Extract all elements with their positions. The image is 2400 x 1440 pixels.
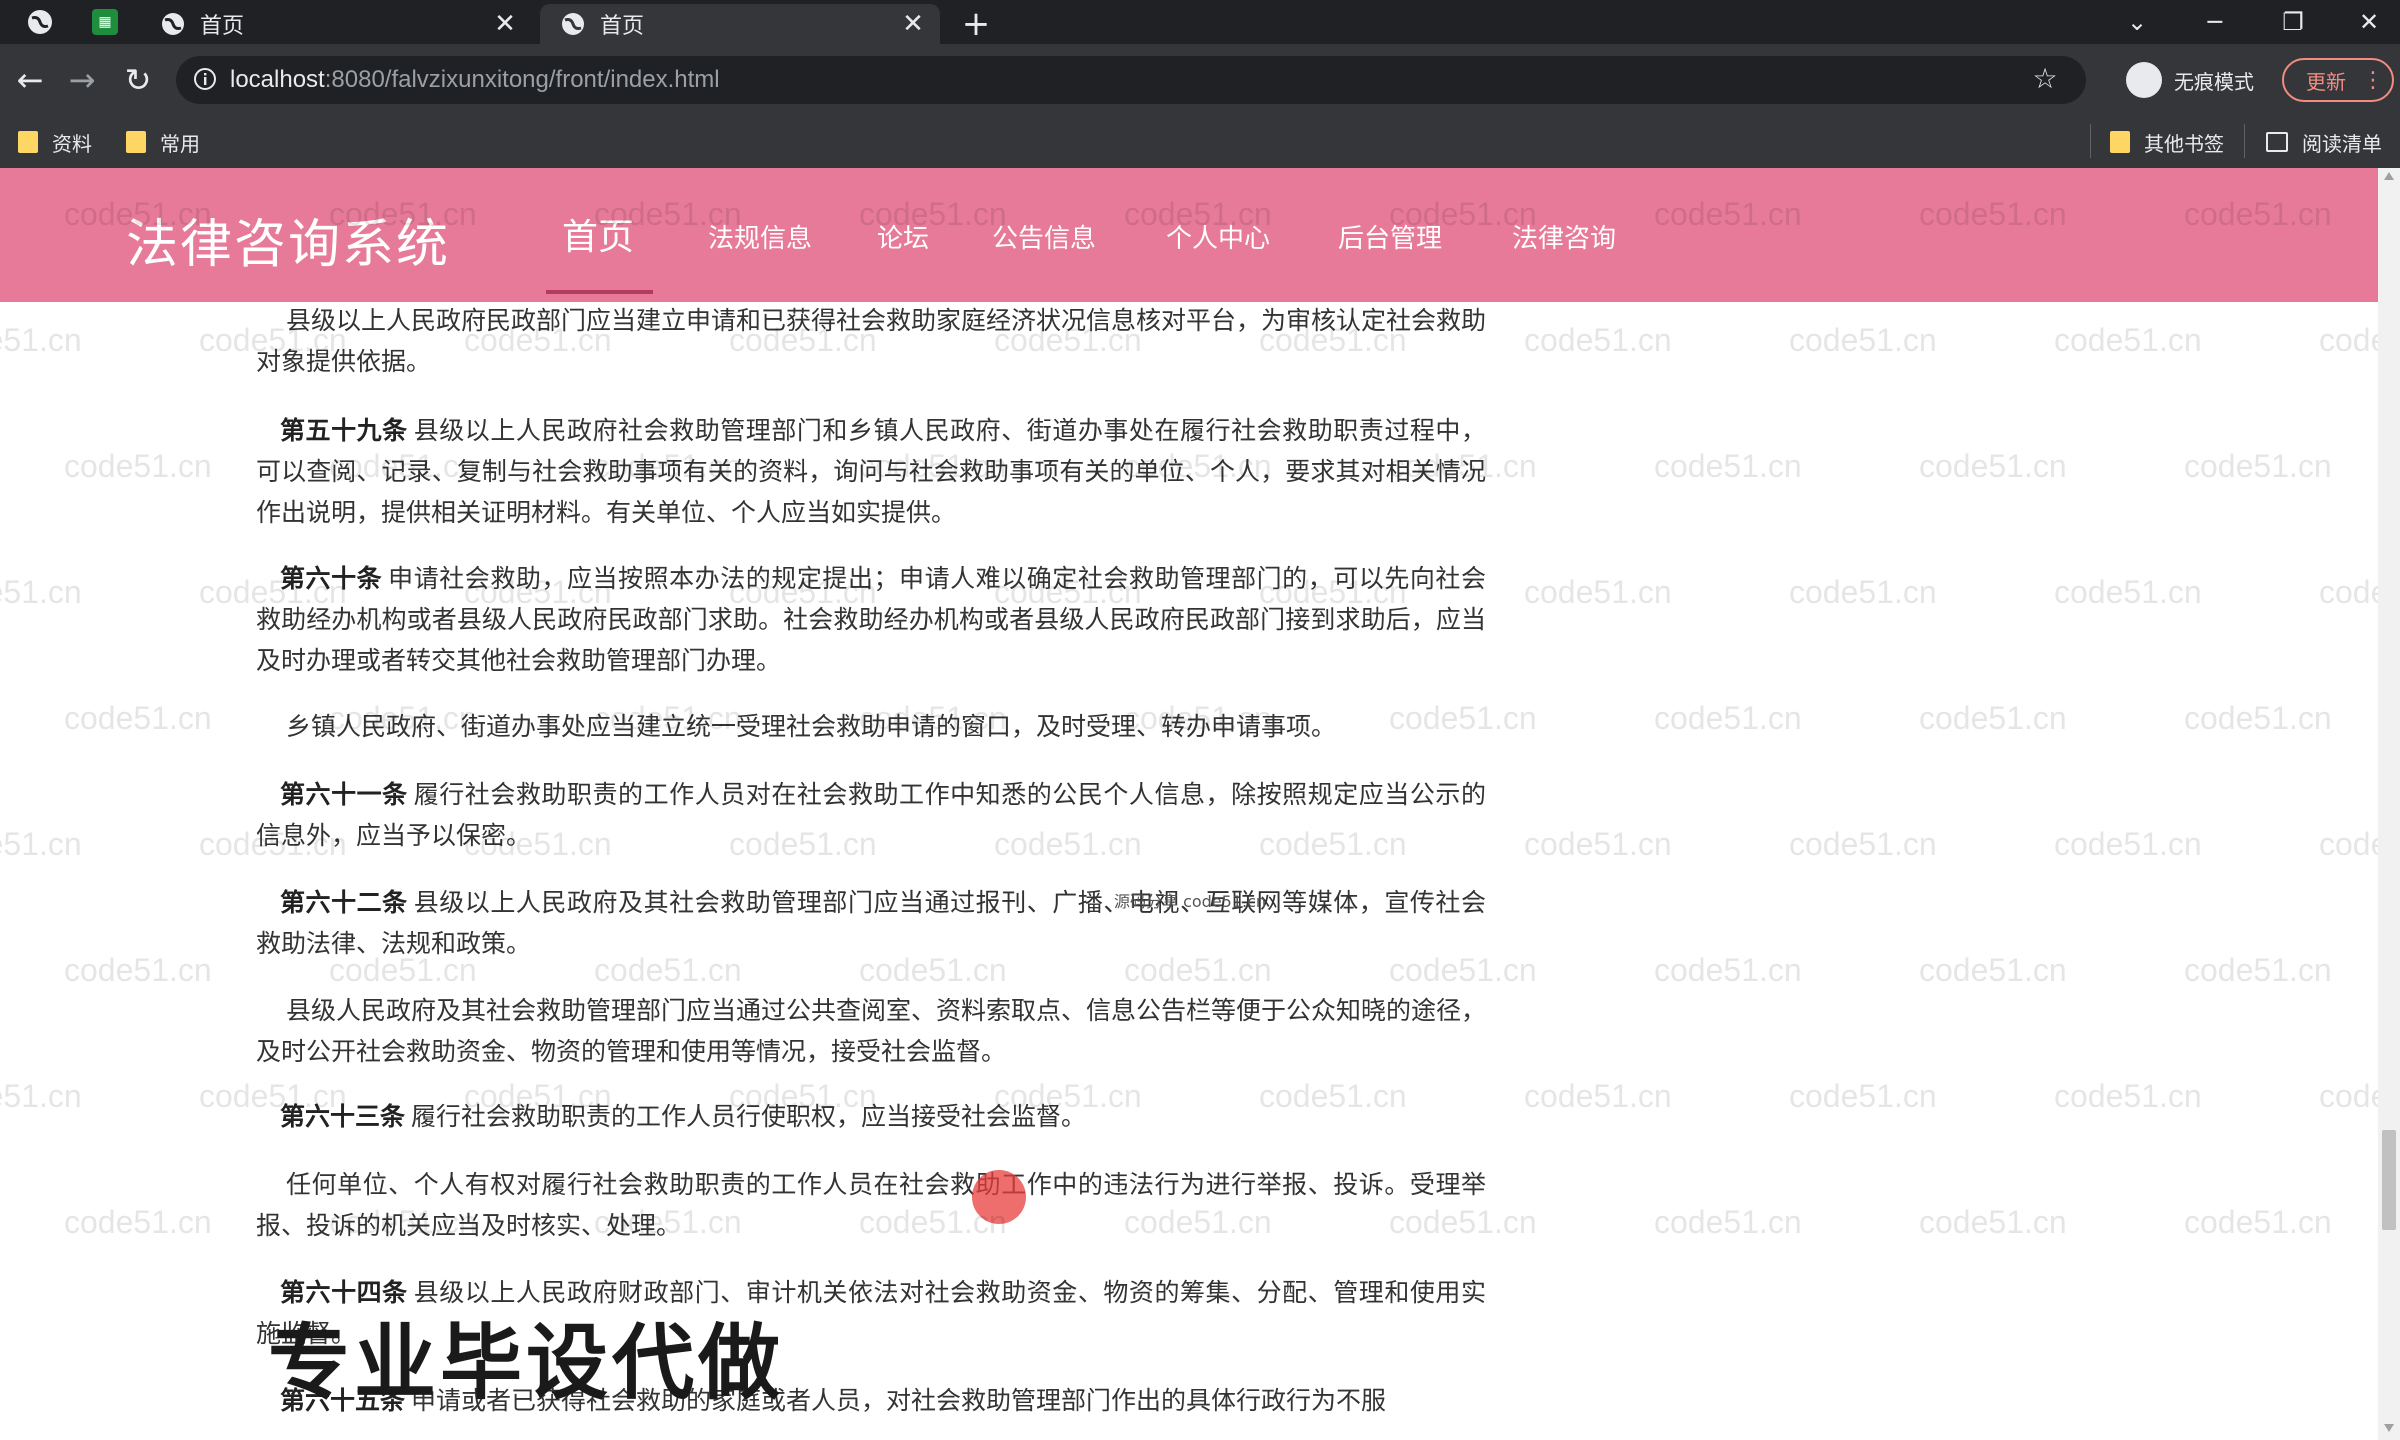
update-label: 更新 bbox=[2306, 69, 2346, 94]
forward-arrow-icon[interactable]: → bbox=[62, 60, 102, 100]
scrollbar-thumb[interactable] bbox=[2382, 1130, 2396, 1230]
reading-list[interactable]: 阅读清单 bbox=[2266, 128, 2382, 156]
globe-icon bbox=[562, 13, 584, 35]
article-text: 申请社会救助，应当按照本办法的规定提出；申请人难以确定社会救助管理部门的，可以先… bbox=[256, 564, 1486, 675]
tab-search-chevron-icon[interactable]: ⌄ bbox=[2112, 2, 2162, 42]
minimize-icon[interactable]: ─ bbox=[2190, 2, 2240, 42]
promo-overlay-text: 专业毕设代做 bbox=[268, 1316, 785, 1411]
tab-title: 首页 bbox=[600, 14, 645, 39]
folder-icon bbox=[18, 131, 38, 153]
url-host: localhost bbox=[230, 66, 325, 93]
article-text: 县级以上人民政府及其社会救助管理部门应当通过报刊、广播、电视、互联网等媒体，宣传… bbox=[256, 888, 1486, 958]
globe-icon bbox=[162, 13, 184, 35]
back-arrow-icon[interactable]: ← bbox=[10, 60, 50, 100]
site-title[interactable]: 法律咨询系统 bbox=[126, 202, 450, 277]
update-button[interactable]: 更新 ⋮ bbox=[2282, 58, 2394, 102]
article-paragraph: 第六十条 申请社会救助，应当按照本办法的规定提出；申请人难以确定社会救助管理部门的… bbox=[256, 558, 1486, 681]
browser-tab-strip: ▦ 首页 ✕ 首页 ✕ + ⌄ ─ ❐ ✕ bbox=[0, 0, 2400, 44]
url-path: :8080/falvzixunxitong/front/index.html bbox=[324, 66, 720, 93]
other-bookmarks[interactable]: 其他书签 bbox=[2110, 128, 2224, 156]
folder-icon bbox=[2110, 131, 2130, 153]
nav-regulations[interactable]: 法规信息 bbox=[708, 218, 812, 255]
article-paragraph: 第六十一条 履行社会救助职责的工作人员对在社会救助工作中知悉的公民个人信息，除按照… bbox=[256, 774, 1486, 856]
tab-title: 首页 bbox=[200, 14, 245, 39]
floating-tooltip: 源码分享 code51.cn bbox=[1114, 892, 1267, 911]
article-text: 任何单位、个人有权对履行社会救助职责的工作人员在社会救助工作中的违法行为进行举报… bbox=[256, 1170, 1486, 1240]
browser-tab-1[interactable]: 首页 ✕ bbox=[140, 4, 532, 44]
bookmark-folder-ziliao[interactable]: 资料 bbox=[18, 128, 92, 156]
site-info-icon[interactable] bbox=[192, 66, 218, 92]
page-scrollbar[interactable] bbox=[2378, 168, 2400, 1440]
article-paragraph: 县级以上人民政府民政部门应当建立申请和已获得社会救助家庭经济状况信息核对平台，为… bbox=[256, 300, 1486, 382]
article-paragraph: 县级人民政府及其社会救助管理部门应当通过公共查阅室、资料索取点、信息公告栏等便于… bbox=[256, 990, 1486, 1072]
article-paragraph: 第六十二条 县级以上人民政府及其社会救助管理部门应当通过报刊、广播、电视、互联网等… bbox=[256, 882, 1486, 964]
article-paragraph: 第六十三条 履行社会救助职责的工作人员行使职权，应当接受社会监督。 bbox=[256, 1096, 1486, 1137]
article-number: 第六十条 bbox=[280, 564, 383, 593]
page-viewport: 法律咨询系统 首页 法规信息 论坛 公告信息 个人中心 后台管理 法律咨询 县级… bbox=[0, 168, 2378, 1440]
bookmark-divider bbox=[2090, 124, 2091, 158]
folder-icon bbox=[126, 131, 146, 153]
bookmark-bar: 资料 常用 其他书签 阅读清单 bbox=[0, 116, 2400, 169]
article-number: 第六十三条 bbox=[280, 1102, 406, 1131]
nav-forum[interactable]: 论坛 bbox=[877, 218, 929, 255]
nav-active-underline bbox=[546, 290, 653, 294]
close-tab-icon[interactable]: ✕ bbox=[490, 9, 520, 39]
reading-list-label: 阅读清单 bbox=[2302, 131, 2382, 156]
article-paragraph: 乡镇人民政府、街道办事处应当建立统一受理社会救助申请的窗口，及时受理、转办申请事… bbox=[256, 706, 1486, 747]
nav-home[interactable]: 首页 bbox=[562, 208, 634, 260]
nav-personal-center[interactable]: 个人中心 bbox=[1166, 218, 1270, 255]
incognito-label: 无痕模式 bbox=[2174, 69, 2254, 94]
bookmark-label: 常用 bbox=[160, 131, 200, 156]
close-window-icon[interactable]: ✕ bbox=[2344, 2, 2394, 42]
article-text: 县级人民政府及其社会救助管理部门应当通过公共查阅室、资料索取点、信息公告栏等便于… bbox=[256, 996, 1487, 1066]
article-paragraph: 任何单位、个人有权对履行社会救助职责的工作人员在社会救助工作中的违法行为进行举报… bbox=[256, 1164, 1486, 1246]
scroll-down-arrow-icon[interactable] bbox=[2384, 1424, 2394, 1432]
url-text[interactable]: localhost:8080/falvzixunxitong/front/ind… bbox=[230, 66, 720, 94]
article-text: 县级以上人民政府社会救助管理部门和乡镇人民政府、街道办事处在履行社会救助职责过程… bbox=[256, 416, 1486, 527]
article-number: 第五十九条 bbox=[280, 416, 408, 445]
incognito-indicator[interactable]: 无痕模式 bbox=[2126, 60, 2254, 100]
url-bar[interactable]: localhost:8080/falvzixunxitong/front/ind… bbox=[176, 56, 2086, 104]
nav-legal-consult[interactable]: 法律咨询 bbox=[1512, 218, 1616, 255]
address-toolbar: ← → ↻ localhost:8080/falvzixunxitong/fro… bbox=[0, 44, 2400, 116]
article-number: 第六十二条 bbox=[280, 888, 408, 917]
sheets-tab-icon[interactable]: ▦ bbox=[92, 9, 118, 35]
reload-icon[interactable]: ↻ bbox=[118, 60, 158, 100]
bookmark-folder-changyong[interactable]: 常用 bbox=[126, 128, 200, 156]
article-paragraph: 第五十九条 县级以上人民政府社会救助管理部门和乡镇人民政府、街道办事处在履行社会救… bbox=[256, 410, 1486, 533]
article-text: 乡镇人民政府、街道办事处应当建立统一受理社会救助申请的窗口，及时受理、转办申请事… bbox=[286, 712, 1337, 741]
more-menu-icon: ⋮ bbox=[2362, 67, 2384, 93]
article-text: 县级以上人民政府民政部门应当建立申请和已获得社会救助家庭经济状况信息核对平台，为… bbox=[256, 306, 1487, 376]
nav-admin[interactable]: 后台管理 bbox=[1338, 218, 1442, 255]
bookmark-label: 资料 bbox=[52, 131, 92, 156]
reading-list-icon bbox=[2266, 132, 2288, 152]
nav-announcements[interactable]: 公告信息 bbox=[992, 218, 1096, 255]
close-tab-icon[interactable]: ✕ bbox=[898, 9, 928, 39]
bookmark-star-icon[interactable]: ☆ bbox=[2030, 64, 2060, 94]
incognito-icon bbox=[2126, 62, 2162, 98]
other-bookmarks-label: 其他书签 bbox=[2144, 131, 2224, 156]
article-number: 第六十一条 bbox=[280, 780, 408, 809]
article-text: 履行社会救助职责的工作人员对在社会救助工作中知悉的公民个人信息，除按照规定应当公… bbox=[256, 780, 1486, 850]
scroll-up-arrow-icon[interactable] bbox=[2384, 172, 2394, 180]
mouse-cursor-highlight bbox=[972, 1170, 1026, 1224]
site-header: 法律咨询系统 首页 法规信息 论坛 公告信息 个人中心 后台管理 法律咨询 bbox=[0, 168, 2378, 302]
restore-icon[interactable]: ❐ bbox=[2268, 2, 2318, 42]
article-text: 履行社会救助职责的工作人员行使职权，应当接受社会监督。 bbox=[411, 1102, 1087, 1131]
new-tab-button[interactable]: + bbox=[958, 4, 994, 44]
browser-tab-2-active[interactable]: 首页 ✕ bbox=[540, 4, 940, 44]
bookmark-divider bbox=[2244, 124, 2245, 158]
chrome-globe-icon[interactable] bbox=[26, 8, 54, 36]
